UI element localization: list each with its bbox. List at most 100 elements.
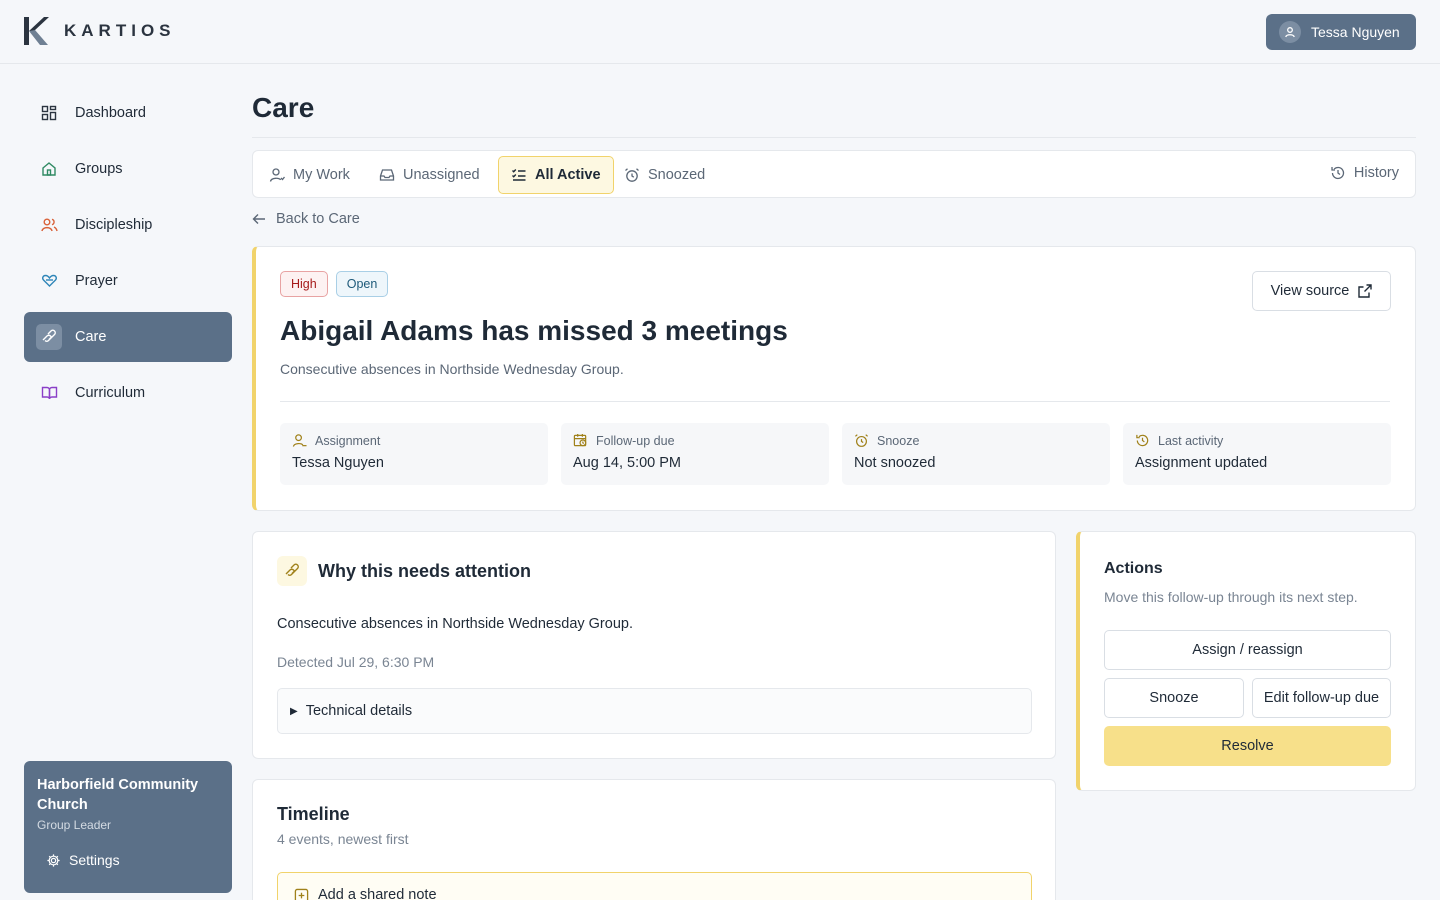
meta-value: Assignment updated bbox=[1135, 455, 1268, 471]
add-shared-note-label: Add a shared note bbox=[318, 887, 437, 900]
meta-label: Snooze bbox=[877, 433, 920, 448]
why-title: Why this needs attention bbox=[318, 560, 532, 581]
sidebar-item-label: Discipleship bbox=[75, 217, 153, 233]
actions-subtitle: Move this follow-up through its next ste… bbox=[1104, 589, 1358, 605]
meta-last-activity: Last activity Assignment updated bbox=[1123, 423, 1391, 485]
page-title: Care bbox=[252, 92, 315, 123]
user-avatar-icon bbox=[1279, 21, 1301, 43]
meta-snooze: Snooze Not snoozed bbox=[842, 423, 1110, 485]
actions-title: Actions bbox=[1104, 560, 1163, 577]
brand-logo[interactable]: KARTIOS bbox=[22, 16, 176, 46]
edit-follow-up-due-button[interactable]: Edit follow-up due bbox=[1252, 678, 1391, 718]
sidebar-item-label: Groups bbox=[75, 161, 123, 177]
back-label: Back to Care bbox=[276, 211, 360, 227]
external-link-icon bbox=[1358, 284, 1373, 298]
timeline-subtitle: 4 events, newest first bbox=[277, 831, 409, 847]
history-icon bbox=[1331, 166, 1345, 180]
meta-label: Last activity bbox=[1158, 433, 1224, 448]
priority-badge: High bbox=[280, 271, 328, 297]
assign-reassign-button[interactable]: Assign / reassign bbox=[1104, 630, 1391, 670]
user-icon bbox=[269, 168, 285, 182]
why-attention-card: Why this needs attention Consecutive abs… bbox=[252, 531, 1056, 759]
plus-square-icon bbox=[294, 888, 309, 900]
history-icon bbox=[1136, 434, 1149, 447]
meta-value: Aug 14, 5:00 PM bbox=[573, 455, 682, 471]
view-source-label: View source bbox=[1270, 283, 1350, 299]
technical-details-label: Technical details bbox=[305, 703, 413, 719]
divider bbox=[280, 401, 1390, 402]
tab-label: Unassigned bbox=[403, 167, 480, 183]
sidebar-item-label: Curriculum bbox=[75, 385, 146, 401]
divider bbox=[252, 137, 1416, 138]
meta-value: Not snoozed bbox=[854, 455, 936, 471]
sidebar-item-label: Dashboard bbox=[75, 105, 146, 121]
badge-row: High Open bbox=[280, 271, 396, 297]
home-icon bbox=[40, 160, 58, 178]
tab-all-active[interactable]: All Active bbox=[498, 156, 614, 194]
back-to-care-link[interactable]: Back to Care bbox=[252, 211, 360, 227]
sidebar-nav: Dashboard Groups Discipleship Prayer Car… bbox=[24, 88, 232, 424]
inbox-icon bbox=[379, 169, 395, 181]
why-description: Consecutive absences in Northside Wednes… bbox=[277, 616, 633, 632]
tab-label: All Active bbox=[535, 167, 601, 183]
tab-unassigned[interactable]: Unassigned bbox=[367, 156, 492, 194]
calendar-clock-icon bbox=[573, 433, 587, 447]
meta-assignment: Assignment Tessa Nguyen bbox=[280, 423, 548, 485]
snooze-button[interactable]: Snooze bbox=[1104, 678, 1244, 718]
sidebar-item-curriculum[interactable]: Curriculum bbox=[24, 368, 232, 418]
users-icon bbox=[40, 216, 58, 234]
gear-icon bbox=[47, 853, 60, 867]
checklist-icon bbox=[512, 169, 526, 181]
dashboard-icon bbox=[40, 104, 58, 122]
tab-label: Snoozed bbox=[648, 167, 706, 183]
arrow-left-icon bbox=[252, 214, 265, 224]
meta-label: Follow-up due bbox=[596, 433, 675, 448]
status-badge: Open bbox=[335, 271, 389, 297]
care-item-card: High Open Abigail Adams has missed 3 mee… bbox=[252, 246, 1416, 511]
meta-label: Assignment bbox=[315, 433, 381, 448]
alarm-clock-icon bbox=[625, 168, 639, 182]
meta-value: Tessa Nguyen bbox=[292, 455, 384, 471]
sidebar-item-label: Care bbox=[75, 329, 107, 345]
resolve-button[interactable]: Resolve bbox=[1104, 726, 1391, 766]
sidebar-item-care[interactable]: Care bbox=[24, 312, 232, 362]
top-bar: KARTIOS Tessa Nguyen bbox=[0, 0, 1440, 64]
tab-my-work[interactable]: My Work bbox=[257, 156, 362, 194]
brand-name: KARTIOS bbox=[64, 21, 176, 40]
why-header: Why this needs attention bbox=[277, 556, 531, 586]
organization-name: Harborfield Community Church bbox=[37, 777, 199, 813]
timeline-card: Timeline 4 events, newest first Add a sh… bbox=[252, 779, 1056, 900]
view-source-button[interactable]: View source bbox=[1252, 271, 1391, 311]
care-hands-icon bbox=[36, 324, 62, 350]
book-icon bbox=[40, 384, 58, 402]
technical-details-toggle[interactable]: ▶ Technical details bbox=[277, 688, 1032, 734]
meta-follow-up-due: Follow-up due Aug 14, 5:00 PM bbox=[561, 423, 829, 485]
settings-label: Settings bbox=[69, 852, 120, 868]
sidebar-item-prayer[interactable]: Prayer bbox=[24, 256, 232, 306]
tab-snoozed[interactable]: Snoozed bbox=[612, 156, 717, 194]
heart-hands-icon bbox=[40, 272, 58, 290]
history-link[interactable]: History bbox=[1330, 165, 1399, 181]
organization-role: Group Leader bbox=[37, 818, 112, 832]
care-item-title: Abigail Adams has missed 3 meetings bbox=[280, 315, 788, 346]
detected-timestamp: Detected Jul 29, 6:30 PM bbox=[277, 654, 435, 670]
user-name: Tessa Nguyen bbox=[1311, 24, 1400, 40]
actions-card: Actions Move this follow-up through its … bbox=[1076, 531, 1416, 791]
caret-right-icon: ▶ bbox=[290, 705, 298, 717]
sidebar-item-label: Prayer bbox=[75, 273, 118, 289]
care-item-subtitle: Consecutive absences in Northside Wednes… bbox=[280, 361, 624, 377]
care-hands-icon bbox=[277, 556, 307, 586]
sidebar-item-groups[interactable]: Groups bbox=[24, 144, 232, 194]
settings-link[interactable]: Settings bbox=[46, 852, 120, 868]
meta-row: Assignment Tessa Nguyen Follow-up due Au… bbox=[280, 423, 1404, 485]
timeline-title: Timeline bbox=[277, 804, 350, 824]
kartios-logo-icon bbox=[24, 17, 49, 45]
care-tabs: My Work Unassigned All Active Snoozed Hi… bbox=[252, 150, 1416, 198]
sidebar-item-dashboard[interactable]: Dashboard bbox=[24, 88, 232, 138]
add-shared-note-button[interactable]: Add a shared note bbox=[277, 872, 1032, 900]
alarm-clock-icon bbox=[855, 434, 868, 447]
user-menu-button[interactable]: Tessa Nguyen bbox=[1266, 14, 1416, 50]
user-icon bbox=[292, 434, 307, 447]
tab-label: My Work bbox=[293, 167, 350, 183]
sidebar-item-discipleship[interactable]: Discipleship bbox=[24, 200, 232, 250]
